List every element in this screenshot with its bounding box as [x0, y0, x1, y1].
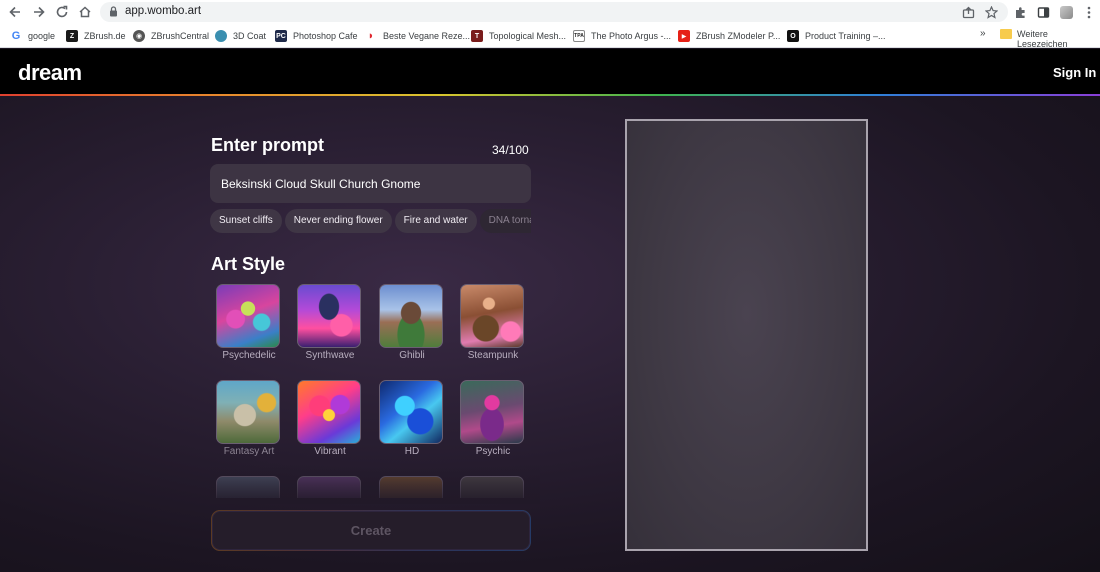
bookmark-3dcoat[interactable]: 3D Coat [215, 28, 266, 44]
suggestion-chip[interactable]: Sunset cliffs [210, 209, 282, 233]
bookmark-topological[interactable]: T Topological Mesh... [471, 28, 566, 44]
style-tile-psychedelic[interactable]: Psychedelic [216, 284, 282, 361]
product-training-icon: O [787, 30, 799, 42]
prompt-input[interactable] [210, 164, 531, 203]
style-label: Steampunk [467, 350, 519, 361]
topological-icon: T [471, 30, 483, 42]
bookmark-google[interactable]: G google [10, 28, 55, 44]
puzzle-icon [1015, 6, 1025, 18]
bookmarks-bar: G google Z ZBrush.de ◉ ZBrushCentral 3D … [0, 24, 1100, 49]
zbrushcentral-icon: ◉ [133, 30, 145, 42]
image-preview-canvas [625, 119, 868, 551]
suggestion-chip[interactable]: Never ending flower [284, 209, 392, 233]
style-label: Synthwave [305, 350, 355, 361]
style-label: Psychic [475, 446, 511, 457]
vegan-icon: ◗ [365, 30, 377, 42]
bookmark-label: The Photo Argus -... [591, 31, 672, 41]
bookmark-zbrush-de[interactable]: Z ZBrush.de [66, 28, 126, 44]
rainbow-divider [0, 94, 1100, 96]
style-tile-ghibli[interactable]: Ghibli [379, 284, 445, 361]
lock-icon [110, 6, 117, 17]
home-icon [79, 6, 91, 18]
google-icon: G [10, 30, 22, 42]
star-icon [984, 5, 998, 19]
prompt-suggestions: Sunset cliffs Never ending flower Fire and… [210, 209, 531, 235]
bookmark-label: Topological Mesh... [489, 31, 567, 41]
style-thumbnail [460, 284, 524, 348]
dream-app: dream Sign In Enter prompt 34/100 Sunset… [0, 49, 1100, 572]
suggestion-chip[interactable]: DNA tornado [479, 209, 531, 233]
bookmark-label: google [28, 31, 56, 41]
back-arrow-icon [9, 6, 20, 18]
zbrush-de-icon: Z [66, 30, 78, 42]
style-label: Psychedelic [222, 350, 276, 361]
bookmark-vegan[interactable]: ◗ Beste Vegane Reze... [365, 28, 470, 44]
style-label: Ghibli [399, 350, 425, 361]
bookmark-photoshop-cafe[interactable]: PC Photoshop Cafe [275, 28, 358, 44]
style-tile-steampunk[interactable]: Steampunk [460, 284, 526, 361]
create-button[interactable]: Create [211, 510, 531, 551]
style-thumbnail [379, 380, 443, 444]
url-text[interactable]: app.wombo.art [125, 5, 201, 17]
forward-button[interactable] [30, 3, 48, 21]
sign-in-button[interactable]: Sign In [1053, 65, 1096, 80]
dream-logo[interactable]: dream [18, 60, 82, 86]
scroll-fade-overlay [210, 464, 540, 504]
photo-argus-icon: TPA [573, 30, 585, 42]
bookmark-star-button[interactable] [983, 4, 999, 20]
bookmark-product-training[interactable]: O Product Training –... [787, 28, 886, 44]
home-button[interactable] [76, 3, 94, 21]
bookmark-label: Photoshop Cafe [293, 31, 358, 41]
forward-arrow-icon [34, 6, 45, 18]
prompt-heading: Enter prompt [211, 135, 325, 155]
style-label: HD [404, 446, 420, 457]
photoshop-cafe-icon: PC [275, 30, 287, 42]
side-panel-icon [1037, 6, 1049, 18]
reload-icon [56, 5, 68, 18]
style-thumbnail [216, 284, 280, 348]
profile-button[interactable] [1058, 4, 1074, 20]
style-tile-psychic[interactable]: Psychic [460, 380, 526, 457]
suggestion-chip[interactable]: Fire and water [394, 209, 477, 233]
share-icon [962, 6, 974, 18]
share-button[interactable] [960, 4, 976, 20]
back-button[interactable] [6, 3, 24, 21]
style-tile-synthwave[interactable]: Synthwave [297, 284, 363, 361]
style-thumbnail [216, 380, 280, 444]
style-label: Vibrant [314, 446, 346, 457]
bookmark-zbrush-zmodeler[interactable]: ▶ ZBrush ZModeler P... [678, 28, 780, 44]
style-thumbnail [297, 380, 361, 444]
bookmark-label: ZBrush.de [84, 31, 126, 41]
character-counter: 34/100 [492, 143, 529, 157]
side-panel-button[interactable] [1035, 4, 1051, 20]
style-thumbnail [297, 284, 361, 348]
more-bookmarks-button[interactable]: » [980, 28, 986, 39]
address-bar[interactable] [100, 2, 1008, 22]
menu-button[interactable] [1081, 4, 1097, 20]
bookmark-label: ZBrush ZModeler P... [696, 31, 781, 41]
bookmark-label: Beste Vegane Reze... [383, 31, 471, 41]
app-header: dream Sign In [0, 49, 1100, 94]
style-label: Fantasy Art [223, 446, 275, 457]
folder-icon [1000, 29, 1012, 39]
reload-button[interactable] [53, 3, 71, 21]
bookmark-zbrushcentral[interactable]: ◉ ZBrushCentral [133, 28, 209, 44]
art-style-heading: Art Style [211, 254, 286, 274]
extensions-button[interactable] [1012, 4, 1028, 20]
bookmark-photo-argus[interactable]: TPA The Photo Argus -... [573, 28, 671, 44]
style-tile-vibrant[interactable]: Vibrant [297, 380, 363, 457]
youtube-icon: ▶ [678, 30, 690, 42]
style-tile-hd[interactable]: HD [379, 380, 445, 457]
3dcoat-icon [215, 30, 227, 42]
other-bookmarks-folder[interactable]: Weitere Lesezeichen [1017, 29, 1100, 49]
bookmark-label: ZBrushCentral [151, 31, 210, 41]
bookmark-label: 3D Coat [233, 31, 267, 41]
style-tile-fantasy-art[interactable]: Fantasy Art [216, 380, 282, 457]
kebab-menu-icon [1087, 6, 1091, 18]
style-thumbnail [460, 380, 524, 444]
avatar [1059, 5, 1073, 19]
style-thumbnail [379, 284, 443, 348]
browser-toolbar: app.wombo.art [0, 0, 1100, 24]
bookmark-label: Product Training –... [805, 31, 886, 41]
